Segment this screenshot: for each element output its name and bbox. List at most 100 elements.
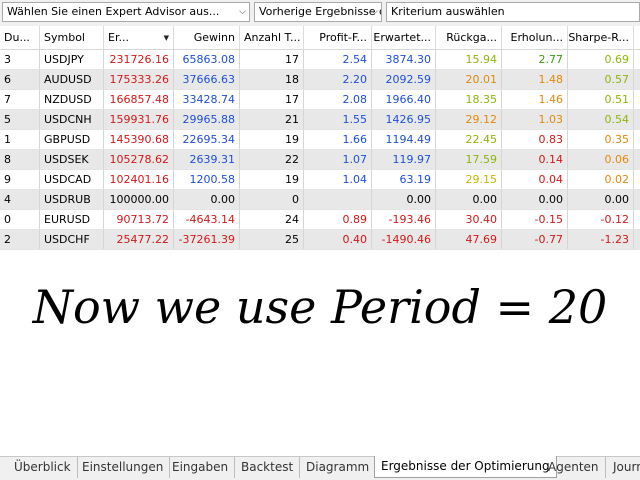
table-row[interactable]: 5 USDCNH 159931.76 29965.88 21 1.55 1426.95 29.…: [0, 110, 640, 130]
cell-sharpe: 0.00: [568, 190, 634, 209]
cell-result: 231726.16: [104, 50, 174, 69]
cell-drawdown: 47.69: [436, 230, 502, 249]
tab-agents[interactable]: Agenten: [542, 457, 606, 478]
toolbar: Wählen Sie einen Expert Advisor aus... ⌵…: [0, 0, 640, 26]
cell-symbol: USDSEK: [40, 150, 104, 169]
cell-result: 159931.76: [104, 110, 174, 129]
tab-journal[interactable]: Journal: [607, 457, 640, 478]
table-row[interactable]: 3 USDJPY 231726.16 65863.08 17 2.54 3874.30 15.…: [0, 50, 640, 70]
table-row[interactable]: 6 AUDUSD 175333.26 37666.63 18 2.20 2092.59 20.…: [0, 70, 640, 90]
cell-profit: 2639.31: [174, 150, 240, 169]
cell-trades: 17: [240, 90, 304, 109]
cell-expected-payoff: 1426.95: [372, 110, 436, 129]
cell-expected-payoff: 1966.40: [372, 90, 436, 109]
cell-profit-factor: 2.08: [304, 90, 372, 109]
cell-duration: 4: [0, 190, 40, 209]
cell-drawdown: 22.45: [436, 130, 502, 149]
bottom-tab-bar: Überblick Einstellungen Eingaben Backtes…: [0, 456, 640, 480]
column-header-sharpe[interactable]: Sharpe-R...: [568, 26, 634, 49]
table-row[interactable]: 8 USDSEK 105278.62 2639.31 22 1.07 119.97 17.59…: [0, 150, 640, 170]
cell-trades: 24: [240, 210, 304, 229]
cell-profit: 22695.34: [174, 130, 240, 149]
cell-expected-payoff: -1490.46: [372, 230, 436, 249]
cell-recovery: -0.77: [502, 230, 568, 249]
tab-optimization-results[interactable]: Ergebnisse der Optimierung: [374, 456, 557, 478]
cell-result: 145390.68: [104, 130, 174, 149]
cell-drawdown: 29.15: [436, 170, 502, 189]
cell-profit-factor: 0.40: [304, 230, 372, 249]
cell-profit: 29965.88: [174, 110, 240, 129]
cell-profit-factor: 1.04: [304, 170, 372, 189]
cell-duration: 2: [0, 230, 40, 249]
tab-chart[interactable]: Diagramm: [300, 457, 377, 478]
sort-descending-icon: ▼: [163, 33, 169, 42]
previous-results-select[interactable]: Vorherige Ergebnisse d ⌵: [254, 2, 382, 22]
cell-sharpe: 0.57: [568, 70, 634, 89]
table-row[interactable]: 0 EURUSD 90713.72 -4643.14 24 0.89 -193.46 30.4…: [0, 210, 640, 230]
column-header-profit[interactable]: Gewinn: [174, 26, 240, 49]
cell-trades: 25: [240, 230, 304, 249]
table-row[interactable]: 1 GBPUSD 145390.68 22695.34 19 1.66 1194.49 22.…: [0, 130, 640, 150]
cell-duration: 7: [0, 90, 40, 109]
column-header-expected-payoff[interactable]: Erwartet...: [372, 26, 436, 49]
cell-recovery: 0.04: [502, 170, 568, 189]
column-header-label: Sharpe-R...: [568, 31, 629, 44]
table-header: Du... Symbol Er... ▼ Gewinn Anzahl T... P…: [0, 26, 640, 50]
cell-recovery: 0.14: [502, 150, 568, 169]
cell-sharpe: 0.35: [568, 130, 634, 149]
column-header-label: Gewinn: [193, 31, 235, 44]
chevron-down-icon: ⌵: [371, 7, 378, 17]
expert-advisor-select[interactable]: Wählen Sie einen Expert Advisor aus... ⌵: [2, 2, 250, 22]
cell-profit: -37261.39: [174, 230, 240, 249]
table-row[interactable]: 7 NZDUSD 166857.48 33428.74 17 2.08 1966.40 18.…: [0, 90, 640, 110]
cell-result: 100000.00: [104, 190, 174, 209]
table-row[interactable]: 9 USDCAD 102401.16 1200.58 19 1.04 63.19 29.15 0…: [0, 170, 640, 190]
cell-sharpe: 0.02: [568, 170, 634, 189]
column-header-label: Er...: [108, 31, 129, 44]
cell-symbol: USDCNH: [40, 110, 104, 129]
cell-profit-factor: 1.55: [304, 110, 372, 129]
cell-result: 90713.72: [104, 210, 174, 229]
cell-result: 102401.16: [104, 170, 174, 189]
column-header-label: Rückga...: [446, 31, 497, 44]
tab-settings[interactable]: Einstellungen: [76, 457, 171, 478]
overlay-caption: Now we use Period = 20: [32, 280, 608, 334]
cell-symbol: USDRUB: [40, 190, 104, 209]
table-row[interactable]: 2 USDCHF 25477.22 -37261.39 25 0.40 -1490.46 47…: [0, 230, 640, 250]
cell-symbol: USDCAD: [40, 170, 104, 189]
column-header-result[interactable]: Er... ▼: [104, 26, 174, 49]
tab-overview[interactable]: Überblick: [8, 457, 78, 478]
column-header-symbol[interactable]: Symbol: [40, 26, 104, 49]
column-header-label: Profit-F...: [319, 31, 367, 44]
column-header-label: Anzahl T...: [244, 31, 301, 44]
chevron-down-icon: ⌵: [239, 7, 246, 17]
column-header-label: Du...: [4, 31, 30, 44]
column-header-profit-factor[interactable]: Profit-F...: [304, 26, 372, 49]
column-header-label: Symbol: [44, 31, 85, 44]
cell-result: 166857.48: [104, 90, 174, 109]
tab-inputs[interactable]: Eingaben: [166, 457, 236, 478]
tab-backtest[interactable]: Backtest: [235, 457, 301, 478]
cell-result: 105278.62: [104, 150, 174, 169]
cell-recovery: 0.00: [502, 190, 568, 209]
criterion-select[interactable]: Kriterium auswählen: [386, 2, 640, 22]
cell-drawdown: 29.12: [436, 110, 502, 129]
column-header-trades[interactable]: Anzahl T...: [240, 26, 304, 49]
cell-symbol: NZDUSD: [40, 90, 104, 109]
cell-sharpe: 0.51: [568, 90, 634, 109]
column-header-duration[interactable]: Du...: [0, 26, 40, 49]
column-header-recovery[interactable]: Erholun...: [502, 26, 568, 49]
cell-trades: 19: [240, 130, 304, 149]
cell-recovery: 1.48: [502, 70, 568, 89]
results-table: Du... Symbol Er... ▼ Gewinn Anzahl T... P…: [0, 26, 640, 250]
cell-recovery: 2.77: [502, 50, 568, 69]
column-header-drawdown[interactable]: Rückga...: [436, 26, 502, 49]
cell-sharpe: 0.69: [568, 50, 634, 69]
cell-result: 25477.22: [104, 230, 174, 249]
cell-drawdown: 30.40: [436, 210, 502, 229]
cell-trades: 19: [240, 170, 304, 189]
cell-profit-factor: 0.89: [304, 210, 372, 229]
table-row[interactable]: 4 USDRUB 100000.00 0.00 0 0.00 0.00 0.00 0.00: [0, 190, 640, 210]
cell-drawdown: 0.00: [436, 190, 502, 209]
cell-trades: 17: [240, 50, 304, 69]
